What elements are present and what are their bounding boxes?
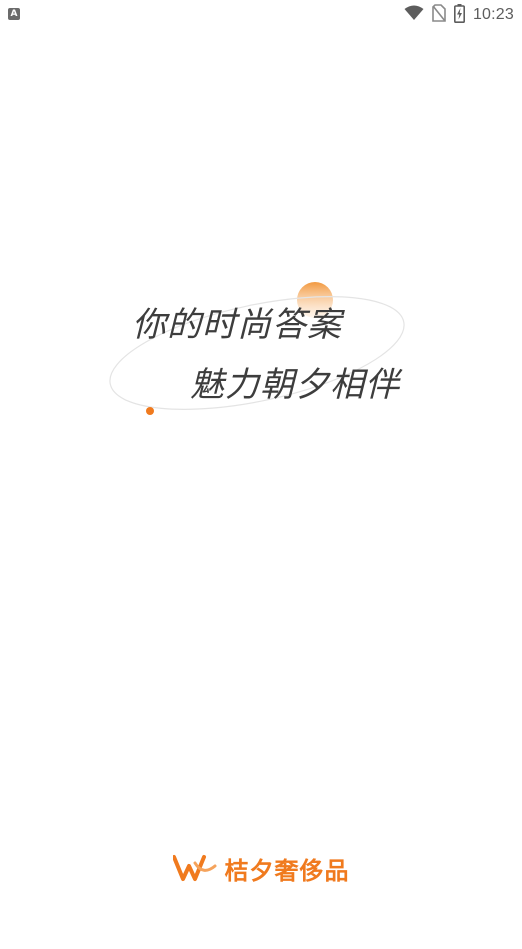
no-sim-icon xyxy=(432,4,446,26)
status-right-group: 10:23 xyxy=(404,3,514,27)
wifi-icon xyxy=(404,5,424,25)
accessibility-notification-icon: A xyxy=(8,8,20,20)
splash-slogan: 你的时尚答案 魅力朝夕相伴 xyxy=(100,275,420,425)
brand-footer: 桔夕奢侈品 xyxy=(0,850,522,886)
slogan-line-1: 你的时尚答案 xyxy=(132,305,342,345)
w-logo-icon xyxy=(171,854,217,882)
status-bar: A 10:23 xyxy=(0,0,522,30)
brand-name: 桔夕奢侈品 xyxy=(224,856,350,885)
status-time: 10:23 xyxy=(472,6,514,23)
slogan-line-2: 魅力朝夕相伴 xyxy=(190,365,400,405)
battery-charging-icon xyxy=(453,3,465,27)
orbit-dot xyxy=(146,407,154,415)
